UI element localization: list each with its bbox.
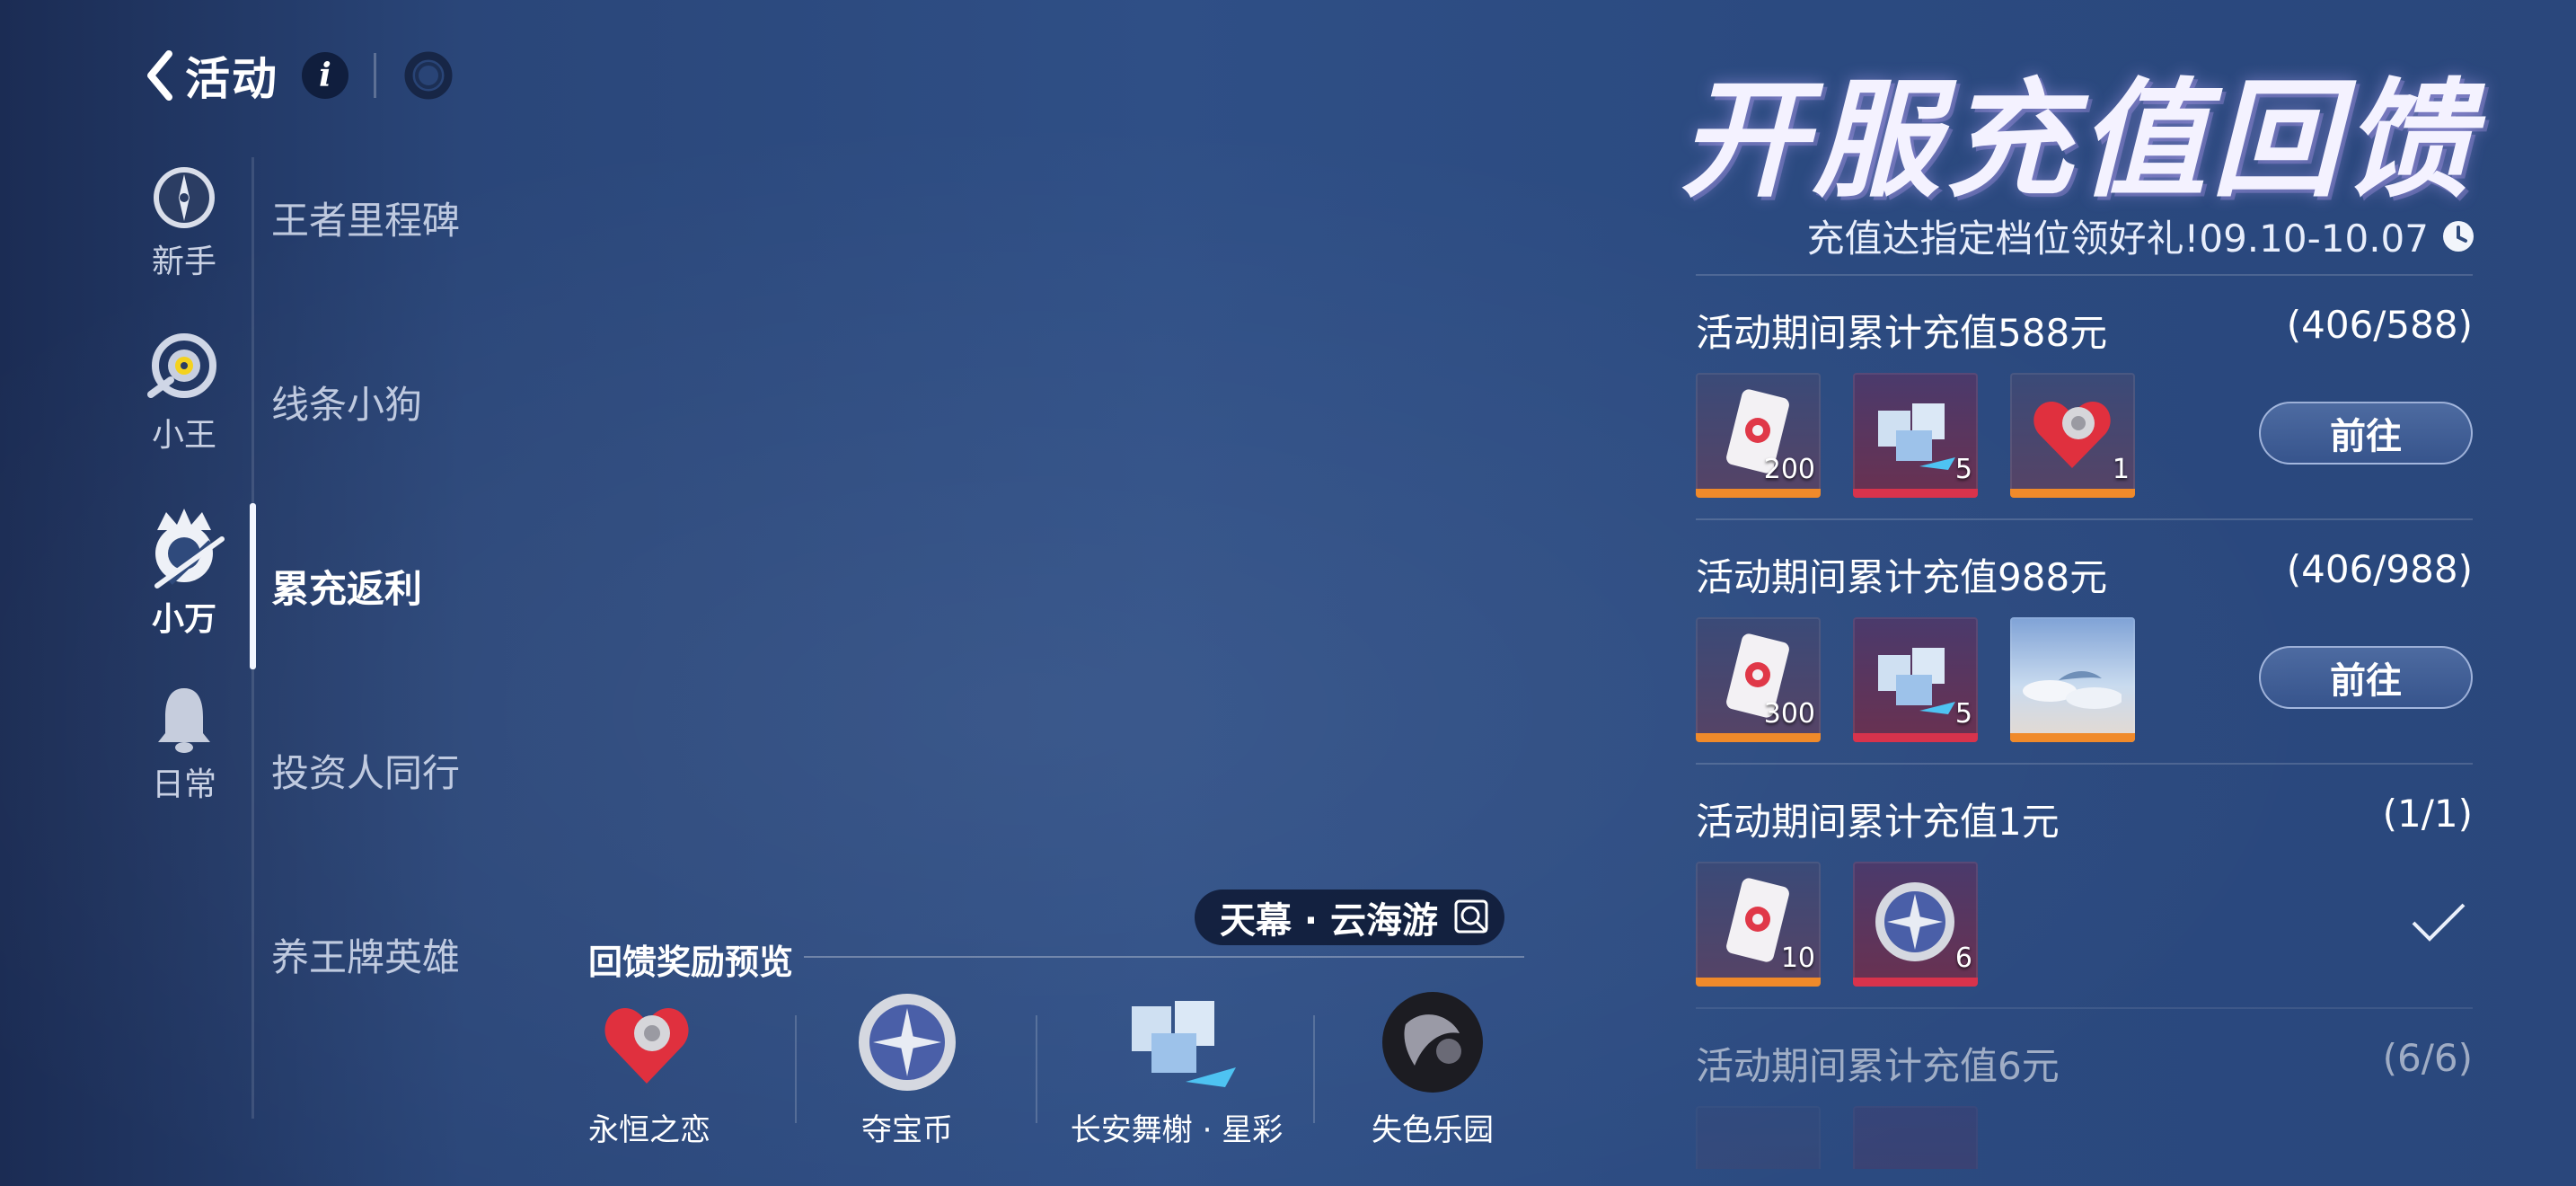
ring-icon[interactable]	[403, 50, 454, 101]
reward-item[interactable]	[2010, 617, 2135, 742]
preview-item-name: 夺宝币	[861, 1112, 953, 1148]
crystal-box-icon	[1132, 1001, 1236, 1087]
preview-item[interactable]: 永恒之恋	[588, 988, 710, 1149]
reward-item[interactable]: 1	[2010, 373, 2135, 498]
coin-icon	[1875, 882, 1954, 961]
category-label: 日常	[151, 766, 216, 803]
xiaowan-icon	[154, 509, 225, 589]
preview-separator	[795, 1015, 797, 1123]
preview-item-name: 永恒之恋	[588, 1112, 710, 1148]
preview-item-list: 永恒之恋 夺宝币 长安舞榭 · 星彩 失色乐园	[579, 988, 1531, 1159]
activity-item[interactable]: 王者里程碑	[271, 190, 460, 245]
dark-orb-icon	[1382, 992, 1483, 1093]
preview-item[interactable]: 长安舞榭 · 星彩	[1060, 988, 1293, 1149]
reward-tier: 活动期间累计充值6元 (6/6)	[1696, 1007, 2473, 1169]
category-label: 小万	[151, 601, 216, 638]
quality-bar	[1696, 978, 1821, 987]
preview-divider	[804, 956, 1524, 958]
item-quantity: 5	[1954, 698, 1972, 730]
category-xiaowan[interactable]: 小万	[126, 503, 243, 640]
reward-item[interactable]: 5	[1853, 373, 1978, 498]
quality-bar	[1853, 978, 1978, 987]
category-xinshou[interactable]: 新手	[126, 164, 243, 282]
preview-separator	[1313, 1015, 1315, 1123]
tier-progress: (6/6)	[2382, 1036, 2473, 1080]
reward-item[interactable]	[1853, 1106, 1978, 1169]
back-button[interactable]: 活动	[144, 43, 278, 108]
xiaowang-icon	[147, 333, 216, 398]
reward-tier: 活动期间累计充值1元 (1/1) 10 6	[1696, 763, 2473, 1007]
reward-tier: 活动期间累计充值988元 (406/988) 300 5 前往	[1696, 518, 2473, 763]
preview-separator	[1036, 1015, 1037, 1123]
category-label: 小王	[151, 417, 216, 454]
reward-item[interactable]: 300	[1696, 617, 1821, 742]
check-icon	[2412, 903, 2466, 942]
quality-bar	[1853, 733, 1978, 742]
item-quantity: 6	[1954, 943, 1972, 974]
category-xiaowang[interactable]: 小王	[126, 328, 243, 456]
chevron-left-icon	[147, 50, 172, 101]
category-label: 新手	[151, 243, 216, 280]
clock-icon[interactable]	[2441, 219, 2475, 253]
preview-title: 回馈奖励预览	[588, 943, 794, 982]
item-quantity: 10	[1780, 943, 1815, 974]
item-quantity: 200	[1763, 454, 1815, 485]
crystal-box-icon	[1878, 403, 1955, 470]
tier-title: 活动期间累计充值1元	[1696, 800, 2060, 844]
hero-subtitle: 充值达指定档位领好礼!09.10-10.07	[1807, 208, 2475, 263]
tier-title: 活动期间累计充值6元	[1696, 1044, 2060, 1088]
page-title: 活动	[185, 53, 278, 105]
tier-progress: (1/1)	[2382, 792, 2473, 836]
item-quantity: 300	[1763, 698, 1815, 730]
quality-bar	[2010, 489, 2135, 498]
tier-title: 活动期间累计充值588元	[1696, 311, 2108, 355]
top-bar: 活动 i	[144, 43, 454, 108]
quality-bar	[1696, 733, 1821, 742]
heart-token-icon	[604, 1008, 689, 1084]
tier-progress: (406/988)	[2286, 547, 2473, 591]
hero-subtitle-text: 充值达指定档位领好礼!09.10-10.07	[1806, 217, 2429, 261]
reward-tier: 活动期间累计充值588元 (406/588) 200 5 1 前往	[1696, 274, 2473, 518]
header-divider	[374, 53, 376, 98]
coin-icon	[859, 994, 956, 1091]
hero-title: 开服充值回馈	[1680, 66, 2477, 215]
info-icon[interactable]: i	[302, 52, 348, 99]
quality-bar	[2010, 733, 2135, 742]
activity-item[interactable]: 投资人同行	[271, 743, 460, 798]
crystal-box-icon	[1878, 648, 1955, 714]
bell-icon	[158, 688, 210, 753]
tier-title: 活动期间累计充值988元	[1696, 555, 2108, 599]
preview-item[interactable]: 夺宝币	[849, 988, 966, 1149]
sky-scene-icon	[2023, 671, 2122, 709]
activity-item-active[interactable]: 累充返利	[271, 559, 422, 614]
quality-bar	[1696, 489, 1821, 498]
category-richang[interactable]: 日常	[126, 683, 243, 805]
reward-item[interactable]	[1696, 1106, 1821, 1169]
reward-item[interactable]: 6	[1853, 862, 1978, 987]
item-quantity: 1	[2112, 454, 2130, 485]
go-button[interactable]: 前往	[2259, 402, 2473, 465]
reward-item[interactable]: 10	[1696, 862, 1821, 987]
preview-item-name: 失色乐园	[1372, 1112, 1494, 1148]
search-preview-icon	[1454, 899, 1488, 934]
go-button[interactable]: 前往	[2259, 646, 2473, 709]
reward-item[interactable]: 200	[1696, 373, 1821, 498]
preview-item-name: 长安舞榭 · 星彩	[1070, 1112, 1284, 1148]
heart-token-icon	[2033, 402, 2111, 468]
activity-item[interactable]: 线条小狗	[271, 375, 422, 429]
active-indicator	[250, 503, 256, 669]
preview-item[interactable]: 失色乐园	[1361, 988, 1504, 1149]
skin-name: 天幕 · 云海游	[1220, 900, 1439, 942]
activity-item[interactable]: 养王牌英雄	[271, 927, 460, 982]
tier-progress: (406/588)	[2286, 303, 2473, 347]
reward-item[interactable]: 5	[1853, 617, 1978, 742]
quality-bar	[1853, 489, 1978, 498]
compass-icon	[154, 167, 215, 228]
item-quantity: 5	[1954, 454, 1972, 485]
skin-name-badge[interactable]: 天幕 · 云海游	[1195, 890, 1505, 945]
